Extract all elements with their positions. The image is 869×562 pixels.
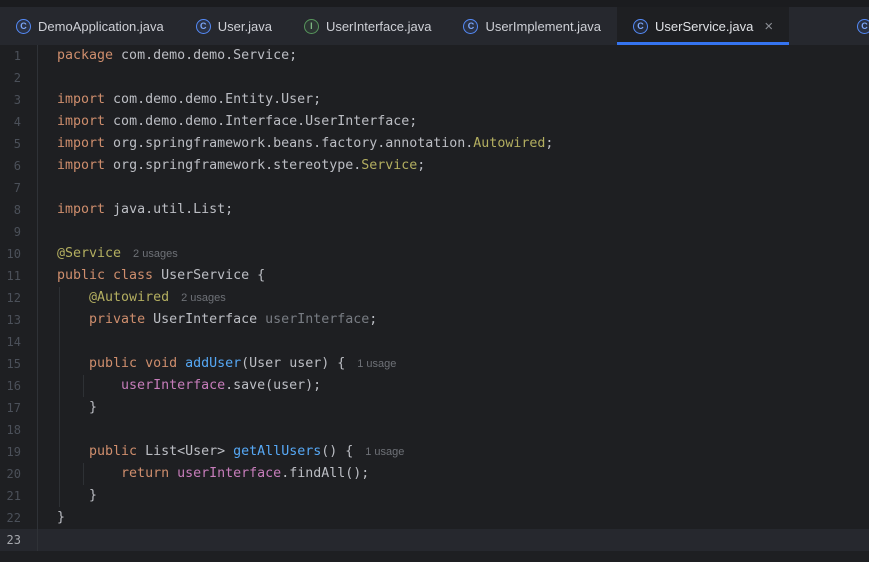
code-line[interactable]: 8 import java.util.List;	[0, 199, 869, 221]
code-line[interactable]: 18	[0, 419, 869, 441]
code-line[interactable]: 15 public void addUser(User user) {1 usa…	[0, 353, 869, 375]
code-text: @Service 2 usages	[57, 246, 178, 261]
class-icon: C	[16, 18, 31, 34]
code-line[interactable]: 5 import org.springframework.beans.factor…	[0, 133, 869, 155]
usage-hint[interactable]: 2 usages	[133, 248, 178, 260]
line-number[interactable]: 14	[0, 331, 38, 353]
line-number[interactable]: 10	[0, 243, 38, 265]
line-number[interactable]: 9	[0, 221, 38, 243]
usage-hint[interactable]: 1 usage	[357, 358, 396, 370]
line-number[interactable]: 6	[0, 155, 38, 177]
code-line[interactable]: 21 }	[0, 485, 869, 507]
line-number[interactable]: 8	[0, 199, 38, 221]
code-line[interactable]: 9	[0, 221, 869, 243]
code-text: userInterface.save(user);	[121, 378, 322, 393]
code-text: }	[57, 510, 66, 525]
line-number[interactable]: 3	[0, 89, 38, 111]
line-number[interactable]: 15	[0, 353, 38, 375]
line-number[interactable]: 22	[0, 507, 38, 529]
code-text: import org.springframework.stereotype.Se…	[57, 158, 426, 173]
tab-demoapplication-java[interactable]: C DemoApplication.java	[0, 7, 180, 45]
code-text: package com.demo.demo.Service;	[57, 48, 298, 63]
code-line[interactable]: 20 return userInterface.findAll();	[0, 463, 869, 485]
line-number[interactable]: 13	[0, 309, 38, 331]
indent-guide	[83, 463, 84, 485]
line-number[interactable]: 17	[0, 397, 38, 419]
line-number[interactable]: 5	[0, 133, 38, 155]
class-icon: C	[195, 18, 211, 34]
tab-userinterface-java[interactable]: I UserInterface.java	[288, 7, 448, 45]
line-number[interactable]: 7	[0, 177, 38, 199]
code-line[interactable]: 19 public List<User> getAllUsers() {1 us…	[0, 441, 869, 463]
line-number[interactable]: 16	[0, 375, 38, 397]
code-text: import com.demo.demo.Interface.UserInter…	[57, 114, 418, 129]
line-number[interactable]: 18	[0, 419, 38, 441]
code-text: import java.util.List;	[57, 202, 234, 217]
code-text: }	[57, 400, 98, 415]
code-line[interactable]: 12 @Autowired 2 usages	[0, 287, 869, 309]
class-icon: C	[857, 18, 869, 34]
code-text: public void addUser(User user) {1 usage	[89, 356, 397, 371]
code-text: }	[57, 488, 98, 503]
tab-label: UserImplement.java	[485, 18, 602, 34]
line-number[interactable]: 20	[0, 463, 38, 485]
close-icon[interactable]: ×	[764, 19, 773, 34]
indent-guide	[83, 375, 84, 397]
code-line[interactable]: 10 @Service 2 usages	[0, 243, 869, 265]
editor-tab-bar: C DemoApplication.java C User.java I Use…	[0, 7, 869, 45]
code-line[interactable]: 17 }	[0, 397, 869, 419]
line-number[interactable]: 23	[0, 529, 38, 551]
line-number[interactable]: 19	[0, 441, 38, 463]
line-number[interactable]: 11	[0, 265, 38, 287]
tab-userimplement-java[interactable]: C UserImplement.java	[447, 7, 617, 45]
code-line[interactable]: 3 import com.demo.demo.Entity.User;	[0, 89, 869, 111]
line-number[interactable]: 1	[0, 45, 38, 67]
ide-window: C DemoApplication.java C User.java I Use…	[0, 0, 869, 562]
code-text: return userInterface.findAll();	[121, 466, 370, 481]
code-line[interactable]: 6 import org.springframework.stereotype.S…	[0, 155, 869, 177]
code-text: public class UserService {	[57, 268, 266, 283]
code-line[interactable]: 7	[0, 177, 869, 199]
tab-label: UserService.java	[655, 18, 754, 34]
usage-hint[interactable]: 2 usages	[181, 292, 226, 304]
indent-guide	[59, 287, 60, 507]
tab-userservice-java[interactable]: C UserService.java ×	[617, 7, 790, 45]
code-line[interactable]: 11 public class UserService {	[0, 265, 869, 287]
code-line[interactable]: 22}	[0, 507, 869, 529]
class-icon: C	[463, 18, 479, 34]
code-line[interactable]: 16 userInterface.save(user);	[0, 375, 869, 397]
tab-user-java[interactable]: C User.java	[180, 7, 288, 45]
tab-label: User.java	[217, 18, 272, 34]
code-text: import org.springframework.beans.factory…	[57, 136, 554, 151]
code-text: @Autowired 2 usages	[89, 290, 226, 305]
line-number[interactable]: 2	[0, 67, 38, 89]
code-lines-container: 1 package com.demo.demo.Service; 2 3 import …	[0, 45, 869, 551]
code-text: import com.demo.demo.Entity.User;	[57, 92, 322, 107]
line-number[interactable]: 21	[0, 485, 38, 507]
code-line[interactable]: 14	[0, 331, 869, 353]
usage-hint[interactable]: 1 usage	[365, 446, 404, 458]
class-icon: C	[633, 18, 649, 34]
interface-icon: I	[303, 18, 319, 34]
line-number[interactable]: 4	[0, 111, 38, 133]
tab-label: UserInterface.java	[325, 18, 432, 34]
tab-label: DemoApplication.java	[38, 18, 164, 34]
tab-partial-clipped[interactable]: C	[857, 7, 869, 45]
code-text: public List<User> getAllUsers() {1 usage	[89, 444, 405, 459]
code-text: private UserInterface userInterface;	[89, 312, 378, 327]
code-line[interactable]: 2	[0, 67, 869, 89]
code-line[interactable]: 13 private UserInterface userInterface;	[0, 309, 869, 331]
code-line[interactable]: 1 package com.demo.demo.Service;	[0, 45, 869, 67]
code-line[interactable]: 4 import com.demo.demo.Interface.UserInte…	[0, 111, 869, 133]
code-editor[interactable]: 1 package com.demo.demo.Service; 2 3 import …	[0, 45, 869, 562]
window-top-strip	[0, 0, 869, 7]
line-number[interactable]: 12	[0, 287, 38, 309]
code-line-current[interactable]: 23	[0, 529, 869, 551]
